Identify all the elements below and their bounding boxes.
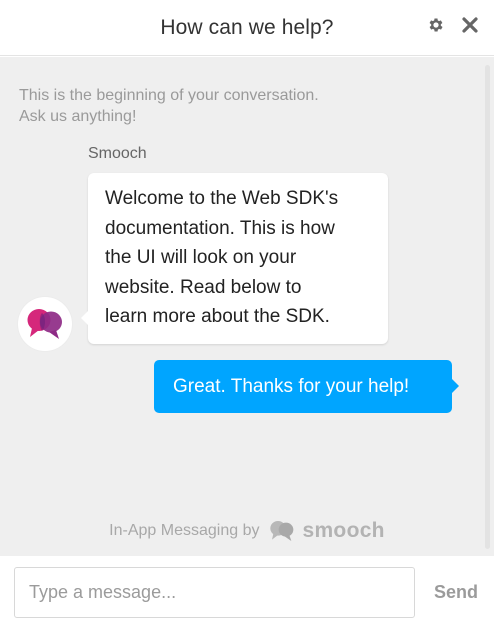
close-icon[interactable] [460, 15, 480, 35]
message-line: website. Read below to [105, 276, 302, 298]
chat-header: How can we help? [0, 0, 494, 56]
branding-label: In-App Messaging by [109, 522, 260, 539]
branding: In-App Messaging by smooch [0, 516, 494, 546]
message-line: Welcome to the Web SDK's [105, 188, 339, 209]
composer: Send [0, 556, 494, 626]
smooch-logo-icon [27, 309, 62, 339]
brand-link[interactable]: smooch [265, 519, 385, 543]
intro-subtext: Ask us anything! [19, 108, 137, 125]
intro-text: This is the beginning of your conversati… [19, 87, 319, 104]
message-line: documentation. This is how [105, 217, 335, 239]
message-line: learn more about the SDK. [105, 306, 330, 327]
message-author: Smooch [88, 145, 147, 162]
message-input[interactable] [14, 567, 415, 618]
avatar [18, 297, 72, 351]
header-actions [426, 15, 480, 35]
gear-icon[interactable] [426, 15, 446, 35]
brand-name: smooch [302, 519, 385, 542]
header-title: How can we help? [160, 15, 334, 39]
send-button[interactable]: Send [426, 570, 486, 614]
message-line: the UI will look on your [105, 247, 297, 268]
scrollbar[interactable] [485, 65, 490, 549]
app-message-bubble: Welcome to the Web SDK's documentation. … [81, 173, 388, 344]
conversation-intro: This is the beginning of your conversati… [19, 85, 399, 127]
smooch-brand-icon [270, 521, 294, 541]
user-message-bubble: Great. Thanks for your help! [154, 360, 459, 413]
conversation-pane[interactable]: This is the beginning of your conversati… [0, 57, 494, 556]
